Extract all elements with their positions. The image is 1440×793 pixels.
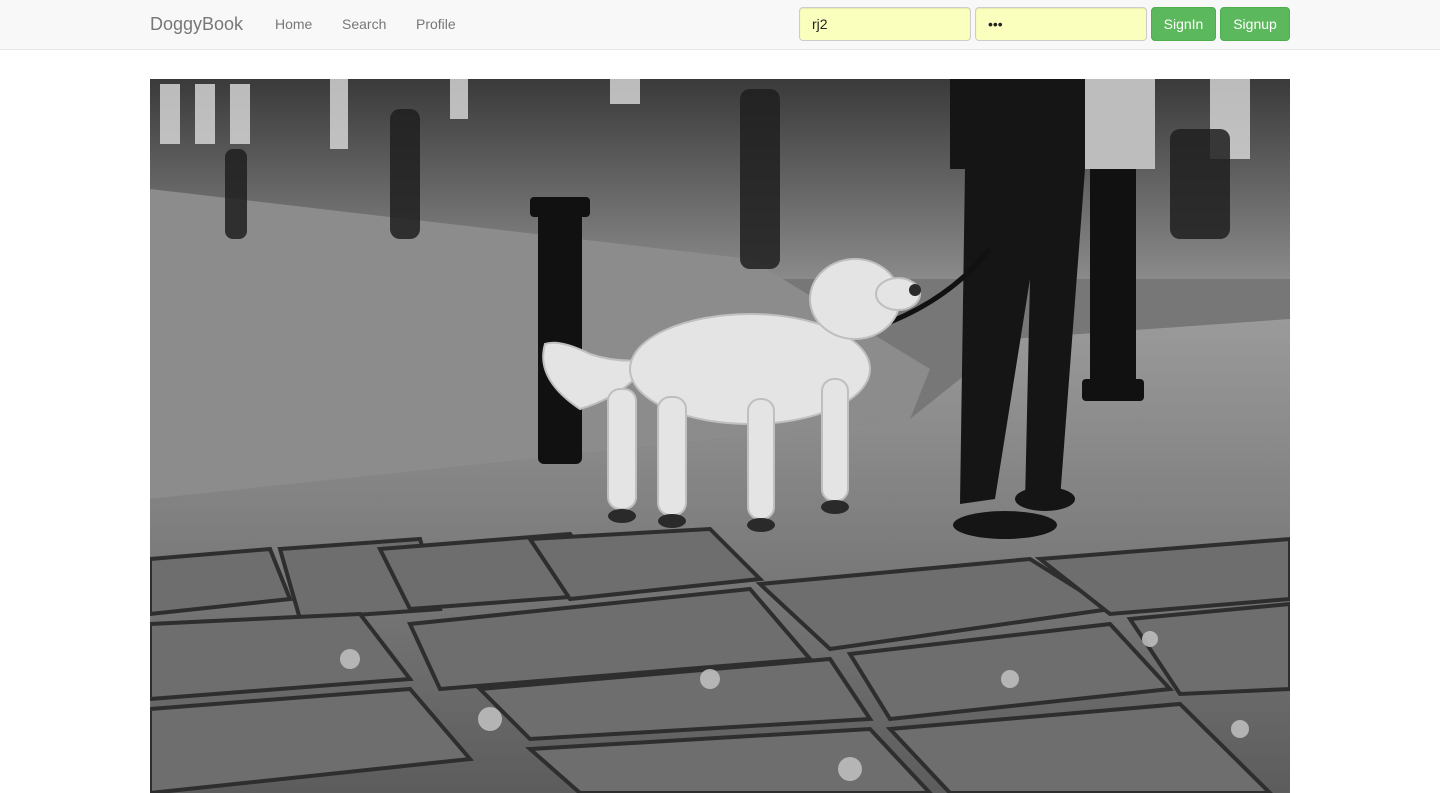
dog-walk-photo	[150, 79, 1290, 793]
password-input[interactable]	[975, 7, 1147, 41]
nav-home-link[interactable]: Home	[275, 15, 312, 33]
signup-button[interactable]: Signup	[1220, 7, 1290, 41]
background-person	[390, 109, 420, 239]
signin-button[interactable]: SignIn	[1151, 7, 1216, 41]
username-input[interactable]	[799, 7, 971, 41]
bollard	[1090, 149, 1136, 399]
background-person	[1170, 129, 1230, 239]
nav-search-link[interactable]: Search	[342, 15, 386, 33]
hero-photo	[150, 79, 1290, 793]
brand-logo-link[interactable]: DoggyBook	[150, 13, 243, 35]
top-navbar: DoggyBook Home Search Profile SignIn Sig…	[0, 0, 1440, 50]
nav-profile-link[interactable]: Profile	[416, 15, 456, 33]
child-on-scooter	[225, 149, 247, 239]
bollard	[538, 199, 582, 464]
background-person	[740, 89, 780, 269]
